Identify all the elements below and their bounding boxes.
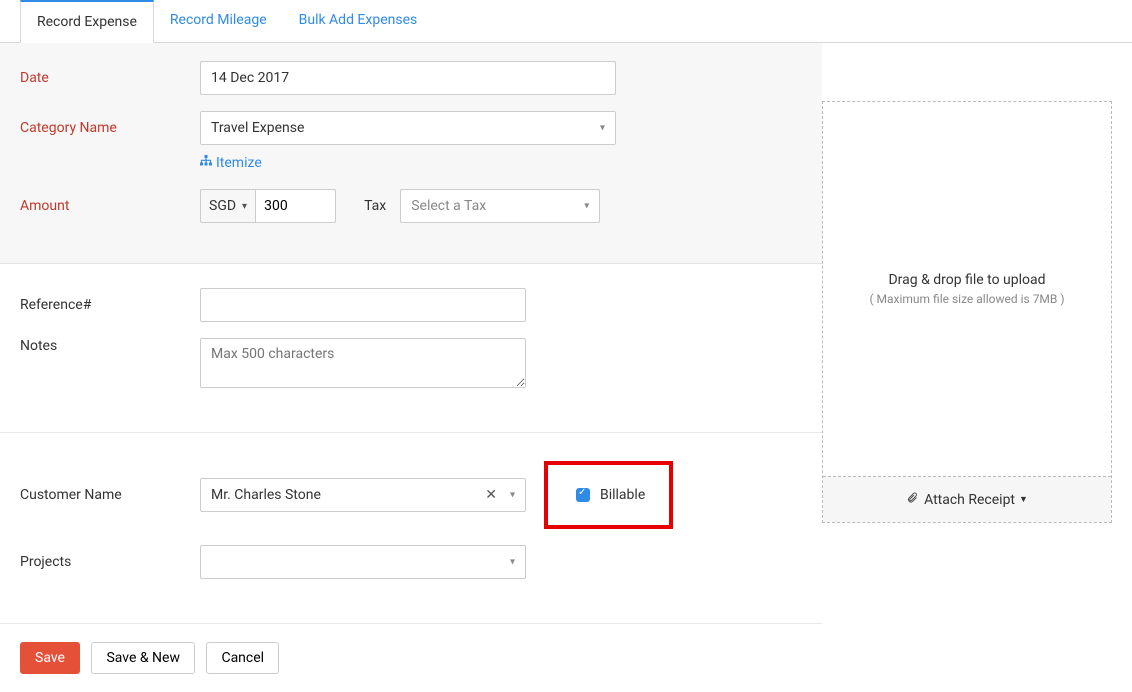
chevron-down-icon: ▾	[510, 557, 515, 568]
billable-label: Billable	[600, 487, 645, 503]
save-and-new-button[interactable]: Save & New	[91, 642, 195, 674]
reference-input[interactable]	[200, 288, 526, 322]
receipt-upload-panel: Drag & drop file to upload ( Maximum fil…	[822, 101, 1112, 523]
label-category-name: Category Name	[20, 120, 200, 136]
label-reference: Reference#	[20, 297, 200, 313]
tab-record-expense[interactable]: Record Expense	[20, 0, 154, 43]
attach-receipt-label: Attach Receipt	[924, 492, 1015, 508]
category-select-value: Travel Expense	[211, 120, 304, 136]
tab-record-mileage[interactable]: Record Mileage	[154, 0, 283, 42]
drop-area-text: Drag & drop file to upload	[888, 272, 1045, 288]
drop-area-subtext: ( Maximum file size allowed is 7MB )	[869, 292, 1064, 306]
projects-select[interactable]: ▾	[200, 545, 526, 579]
currency-value: SGD	[209, 198, 236, 214]
section-customer: Customer Name Mr. Charles Stone ✕ ▾ Bill…	[0, 432, 822, 623]
tax-select[interactable]: Select a Tax ▾	[400, 189, 600, 223]
billable-highlight-box: Billable	[544, 461, 673, 529]
caret-down-icon: ▼	[1019, 494, 1028, 505]
label-projects: Projects	[20, 554, 200, 570]
attach-receipt-button[interactable]: Attach Receipt ▼	[823, 476, 1111, 522]
itemize-link[interactable]: Itemize	[200, 155, 262, 171]
paperclip-icon	[906, 491, 918, 509]
billable-checkbox[interactable]	[576, 488, 590, 502]
label-date: Date	[20, 70, 200, 86]
category-select[interactable]: Travel Expense ▾	[200, 111, 616, 145]
date-input[interactable]	[200, 61, 616, 95]
currency-select[interactable]: SGD ▾	[200, 189, 256, 223]
label-amount: Amount	[20, 198, 200, 214]
customer-select[interactable]: Mr. Charles Stone ✕ ▾	[200, 478, 526, 512]
notes-textarea[interactable]	[200, 338, 526, 388]
amount-input[interactable]	[256, 189, 336, 223]
label-customer-name: Customer Name	[20, 487, 200, 503]
chevron-down-icon: ▾	[600, 123, 605, 134]
tax-select-placeholder: Select a Tax	[411, 198, 486, 214]
receipt-drop-area[interactable]: Drag & drop file to upload ( Maximum fil…	[823, 102, 1111, 476]
chevron-down-icon: ▾	[510, 490, 515, 501]
section-expense-header: Date Category Name Travel Expense ▾	[0, 43, 822, 264]
close-icon[interactable]: ✕	[485, 487, 497, 503]
sitemap-icon	[200, 155, 212, 171]
tabs-bar: Record Expense Record Mileage Bulk Add E…	[0, 0, 1132, 43]
itemize-label: Itemize	[216, 155, 262, 171]
label-tax: Tax	[364, 198, 386, 214]
label-notes: Notes	[20, 338, 200, 354]
customer-select-value: Mr. Charles Stone	[211, 487, 321, 503]
cancel-button[interactable]: Cancel	[206, 642, 279, 674]
chevron-down-icon: ▾	[584, 201, 589, 212]
save-button[interactable]: Save	[20, 642, 80, 674]
chevron-down-icon: ▾	[242, 201, 247, 212]
tab-bulk-add-expenses[interactable]: Bulk Add Expenses	[283, 0, 434, 42]
section-actions: Save Save & New Cancel	[0, 623, 822, 692]
section-reference-notes: Reference# Notes	[0, 264, 822, 432]
